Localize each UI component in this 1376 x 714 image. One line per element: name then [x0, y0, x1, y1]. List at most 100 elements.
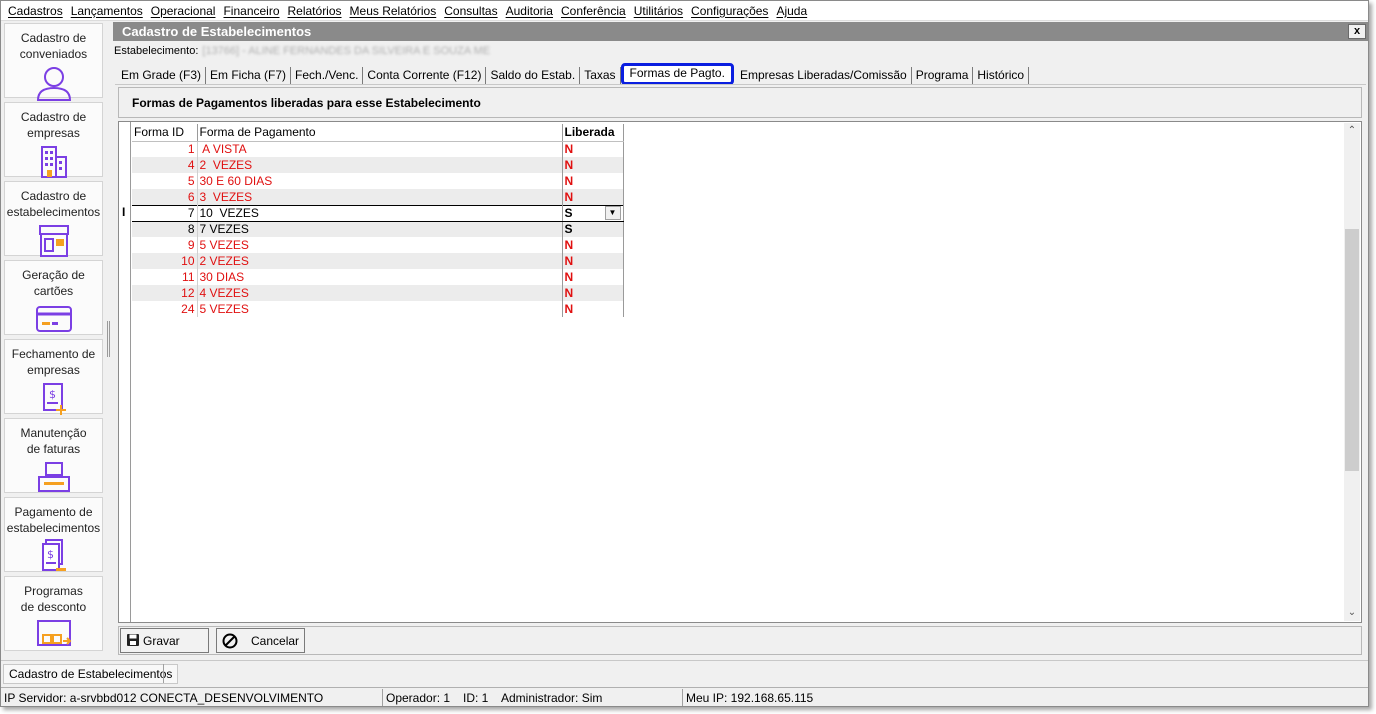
table-row[interactable]: 42 VEZES N [132, 157, 624, 173]
sidebar-item-5[interactable]: Manutenção de faturas [4, 418, 103, 493]
cell-forma-id[interactable]: 10 [132, 253, 198, 269]
scroll-down-icon[interactable]: ⌄ [1344, 605, 1360, 621]
menu-item-0[interactable]: Cadastros [4, 4, 67, 18]
table-row[interactable]: 63 VEZES N [132, 189, 624, 205]
cell-forma-pagamento[interactable]: 5 VEZES [197, 237, 563, 253]
cancel-button[interactable]: Cancelar [216, 628, 305, 653]
tab-1[interactable]: Em Ficha (F7) [206, 67, 292, 85]
cell-forma-id[interactable]: 9 [132, 237, 198, 253]
table-row[interactable]: 1 A VISTA N [132, 141, 624, 157]
formas-pagamento-grid[interactable]: I Forma ID Forma de Pagamento Liberada 1… [118, 121, 1362, 623]
tab-8[interactable]: Programa [912, 67, 974, 85]
scroll-up-icon[interactable]: ⌃ [1344, 123, 1360, 139]
cell-liberada[interactable]: N [562, 285, 624, 301]
menu-item-11[interactable]: Ajuda [772, 4, 811, 18]
cell-liberada[interactable]: N [562, 269, 624, 285]
cell-forma-pagamento[interactable]: A VISTA [197, 141, 563, 157]
table-row[interactable]: 95 VEZES N [132, 237, 624, 253]
sidebar-item-1[interactable]: Cadastro de empresas [4, 102, 103, 178]
tab-6[interactable]: Formas de Pagto. [620, 63, 734, 85]
menu-item-1[interactable]: Lançamentos [67, 4, 147, 18]
window-title: Cadastro de Estabelecimentos x [113, 22, 1368, 41]
sidebar-item-4[interactable]: Fechamento de empresas $ [4, 339, 103, 415]
cell-forma-pagamento[interactable]: 2 VEZES [197, 157, 563, 173]
menu-item-7[interactable]: Auditoria [502, 4, 557, 18]
menu-bar: Cadastros Lançamentos Operacional Financeir… [1, 1, 1368, 21]
cell-liberada[interactable]: S ▼ [562, 204, 624, 222]
cell-liberada[interactable]: N [562, 141, 624, 157]
cell-liberada[interactable]: N [562, 253, 624, 269]
cell-liberada[interactable]: N [562, 157, 624, 173]
tab-9[interactable]: Histórico [973, 67, 1030, 85]
discount-icon [5, 617, 102, 655]
cell-forma-pagamento[interactable]: 30 E 60 DIAS [197, 173, 563, 189]
sidebar-item-7[interactable]: Programas de desconto [4, 576, 103, 651]
cell-forma-id[interactable]: 11 [132, 269, 198, 285]
vertical-scrollbar[interactable]: ⌃ ⌄ [1344, 123, 1360, 621]
sidebar-splitter[interactable] [107, 321, 110, 357]
cell-forma-id[interactable]: 12 [132, 285, 198, 301]
tab-5[interactable]: Taxas [580, 67, 621, 85]
table-row[interactable]: 87 VEZES S [132, 221, 624, 237]
sidebar-item-label: Programas de desconto [20, 584, 87, 614]
cell-forma-pagamento[interactable]: 5 VEZES [197, 301, 563, 317]
cell-forma-id[interactable]: 1 [132, 141, 198, 157]
cell-forma-pagamento[interactable]: 7 VEZES [197, 221, 563, 237]
save-button[interactable]: Gravar [120, 628, 209, 653]
cell-forma-pagamento[interactable]: 2 VEZES [197, 253, 563, 269]
cell-forma-id[interactable]: 7 [132, 204, 198, 222]
cell-liberada[interactable]: S [562, 221, 624, 237]
cell-forma-pagamento[interactable]: 30 DIAS [197, 269, 563, 285]
table-row[interactable]: 12 4 VEZES N [132, 285, 624, 301]
table-row[interactable]: 11 30 DIAS N [132, 269, 624, 285]
header-forma-id[interactable]: Forma ID [132, 124, 198, 142]
cell-forma-id[interactable]: 24 [132, 301, 198, 317]
sidebar-item-0[interactable]: Cadastro de conveniados [4, 23, 103, 101]
liberada-value: N [564, 174, 574, 188]
cell-forma-id[interactable]: 4 [132, 157, 198, 173]
table-row[interactable]: 24 5 VEZES N [132, 301, 624, 317]
menu-item-5[interactable]: Meus Relatórios [346, 4, 441, 18]
tab-2[interactable]: Fech./Venc. [291, 67, 364, 85]
tab-0[interactable]: Em Grade (F3) [117, 67, 207, 85]
menu-item-4[interactable]: Relatórios [284, 4, 346, 18]
scroll-thumb[interactable] [1345, 229, 1359, 471]
cell-liberada[interactable]: N [562, 189, 624, 205]
cell-forma-pagamento[interactable]: 4 VEZES [197, 285, 563, 301]
cell-forma-id[interactable]: 5 [132, 173, 198, 189]
menu-item-9[interactable]: Utilitários [630, 4, 687, 18]
section-title: Formas de Pagamentos liberadas para esse… [132, 96, 481, 110]
menu-item-2[interactable]: Operacional [147, 4, 220, 18]
cell-forma-pagamento[interactable]: 3 VEZES [197, 189, 563, 205]
menu-item-6[interactable]: Consultas [440, 4, 501, 18]
store-icon [5, 222, 102, 260]
cell-forma-pagamento[interactable]: 10 VEZES [197, 204, 563, 222]
liberada-value: N [564, 254, 574, 268]
tab-3[interactable]: Conta Corrente (F12) [363, 67, 487, 85]
sidebar-item-3[interactable]: Geração de cartões [4, 260, 103, 335]
table-row[interactable]: 5 30 E 60 DIAS N [132, 173, 624, 189]
table-row[interactable]: 7 10 VEZES S ▼ [132, 204, 624, 222]
close-button[interactable]: x [1348, 24, 1366, 39]
cell-liberada[interactable]: N [562, 301, 624, 317]
status-bar: IP Servidor: a-srvbbd012 CONECTA_DESENVO… [1, 687, 1368, 706]
menu-item-10[interactable]: Configurações [687, 4, 772, 18]
tab-4[interactable]: Saldo do Estab. [486, 67, 581, 85]
sidebar-item-6[interactable]: Pagamento de estabelecimentos $ [4, 497, 103, 572]
cell-forma-id[interactable]: 6 [132, 189, 198, 205]
table-row[interactable]: 10 2 VEZES N [132, 253, 624, 269]
cell-liberada[interactable]: N [562, 173, 624, 189]
menu-item-3[interactable]: Financeiro [219, 4, 283, 18]
sidebar-item-2[interactable]: Cadastro de estabelecimentos [4, 181, 103, 257]
menu-item-8[interactable]: Conferência [557, 4, 630, 18]
header-liberada[interactable]: Liberada [562, 124, 624, 142]
header-forma-pagamento[interactable]: Forma de Pagamento [197, 124, 563, 142]
taskbar-item[interactable]: Cadastro de Estabelecimentos [3, 664, 179, 684]
tab-7[interactable]: Empresas Liberadas/Comissão [736, 67, 912, 85]
chevron-down-icon[interactable]: ▼ [604, 206, 621, 220]
estabelecimento-value: [13766] - ALINE FERNANDES DA SILVEIRA E … [202, 45, 491, 57]
cell-liberada[interactable]: N [562, 237, 624, 253]
tray-icon [5, 459, 102, 497]
cell-forma-id[interactable]: 8 [132, 221, 198, 237]
button-bar: Gravar Cancelar [118, 626, 1362, 655]
